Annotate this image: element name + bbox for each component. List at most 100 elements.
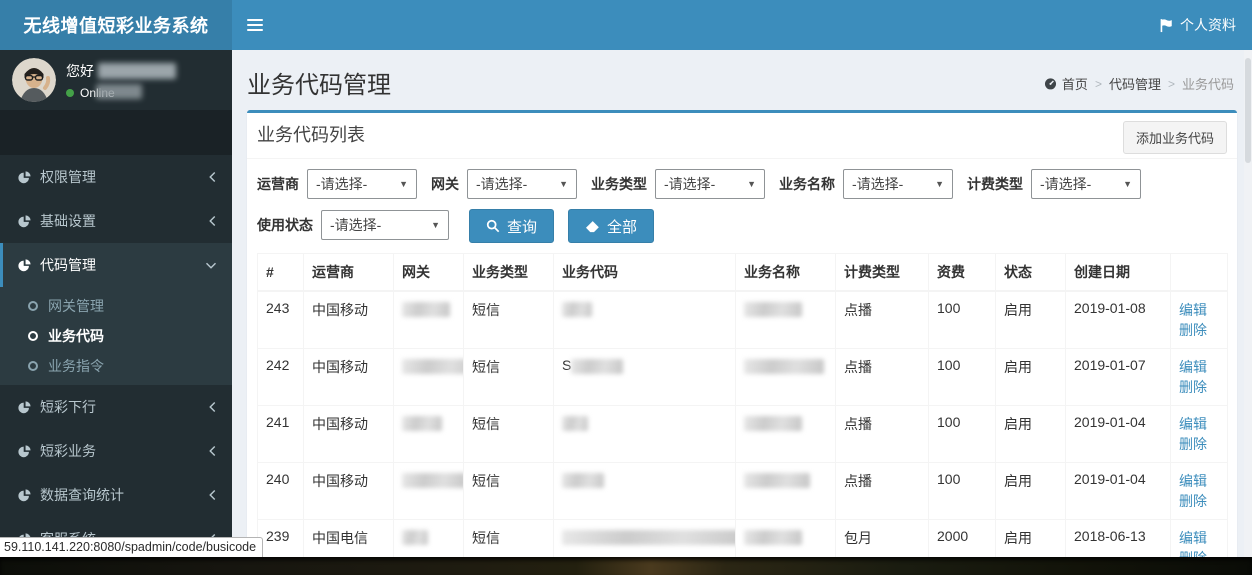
chevron-left-icon bbox=[208, 401, 217, 413]
breadcrumb-home[interactable]: 首页 bbox=[1044, 74, 1088, 93]
code-mgmt-submenu: 网关管理 业务代码 业务指令 bbox=[0, 287, 232, 385]
operator-select[interactable]: -请选择- ▼ bbox=[307, 169, 417, 199]
content-header: 业务代码管理 首页 > 代码管理 > 业务代码 bbox=[232, 50, 1252, 110]
sidebar: 您好 Online 权限管理 基础设置 bbox=[0, 50, 232, 575]
app-window: 无线增值短彩业务系统 个人资料 您好 权限管理 基础设置 代码管理 网关管理 业… bbox=[0, 0, 1252, 575]
filter-business-type: 业务类型 -请选择- ▼ bbox=[591, 169, 765, 199]
table-row: 240 中国移动 短信 点播 100 启用 2019-01-04 编辑 删除 bbox=[257, 462, 1228, 520]
search-icon bbox=[486, 219, 500, 233]
business-name-select[interactable]: -请选择- ▼ bbox=[843, 169, 953, 199]
cell-fee: 100 bbox=[928, 348, 996, 406]
col-header: 资费 bbox=[928, 253, 996, 292]
chevron-left-icon bbox=[208, 489, 217, 501]
search-button[interactable]: 查询 bbox=[469, 209, 555, 243]
filter-operator: 运营商 -请选择- ▼ bbox=[257, 169, 417, 199]
delete-link[interactable]: 删除 bbox=[1179, 493, 1207, 509]
pie-chart-icon bbox=[18, 170, 40, 184]
gateway-select[interactable]: -请选择- ▼ bbox=[467, 169, 577, 199]
cell-id: 242 bbox=[257, 348, 304, 406]
edit-link[interactable]: 编辑 bbox=[1179, 473, 1207, 489]
filter-business-name: 业务名称 -请选择- ▼ bbox=[779, 169, 953, 199]
cell-id: 240 bbox=[257, 462, 304, 520]
user-info: 您好 Online bbox=[66, 61, 176, 100]
redacted-value bbox=[571, 359, 624, 374]
app-logo[interactable]: 无线增值短彩业务系统 bbox=[0, 0, 232, 50]
redacted-value bbox=[744, 359, 824, 374]
pie-chart-icon bbox=[18, 258, 40, 272]
box-body: 运营商 -请选择- ▼ 网关 -请选择- ▼ 业务类型 -请选择- ▼ 业务名称 -请… bbox=[247, 159, 1237, 575]
cell-operator: 中国移动 bbox=[303, 405, 394, 463]
redacted-value bbox=[562, 302, 592, 317]
cell-name bbox=[735, 348, 836, 406]
desktop-background-strip bbox=[0, 557, 1252, 575]
caret-down-icon: ▼ bbox=[1123, 179, 1132, 189]
filter-row-1: 运营商 -请选择- ▼ 网关 -请选择- ▼ 业务类型 -请选择- ▼ 业务名称 -请… bbox=[257, 169, 1227, 201]
chevron-left-icon bbox=[208, 171, 217, 183]
edit-link[interactable]: 编辑 bbox=[1179, 302, 1207, 318]
pie-chart-icon bbox=[18, 444, 40, 458]
delete-link[interactable]: 删除 bbox=[1179, 322, 1207, 338]
box-header: 业务代码列表 添加业务代码 bbox=[247, 113, 1237, 159]
edit-link[interactable]: 编辑 bbox=[1179, 416, 1207, 432]
scrollbar-thumb[interactable] bbox=[1245, 58, 1251, 163]
col-header: 业务类型 bbox=[463, 253, 554, 292]
table-row: 242 中国移动 短信 S 点播 100 启用 2019-01-07 编辑 删除 bbox=[257, 348, 1228, 406]
navbar-main: 个人资料 bbox=[232, 0, 1252, 50]
profile-label: 个人资料 bbox=[1180, 17, 1236, 33]
profile-menu[interactable]: 个人资料 bbox=[1143, 0, 1252, 50]
col-header bbox=[1170, 253, 1228, 292]
user-panel: 您好 Online bbox=[0, 50, 232, 110]
delete-link[interactable]: 删除 bbox=[1179, 379, 1207, 395]
scrollbar[interactable] bbox=[1244, 50, 1252, 557]
sidebar-item-permission-mgmt: 权限管理 bbox=[0, 155, 232, 199]
edit-link[interactable]: 编辑 bbox=[1179, 359, 1207, 375]
cell-actions: 编辑 删除 bbox=[1170, 290, 1228, 349]
cell-gateway bbox=[393, 462, 464, 520]
user-status: Online bbox=[66, 83, 176, 100]
redacted-value bbox=[562, 473, 604, 488]
cell-code bbox=[553, 290, 736, 349]
breadcrumb: 首页 > 代码管理 > 业务代码 bbox=[1044, 74, 1234, 93]
all-button[interactable]: 全部 bbox=[568, 209, 655, 243]
cell-operator: 中国移动 bbox=[303, 462, 394, 520]
business-type-select[interactable]: -请选择- ▼ bbox=[655, 169, 765, 199]
table-row: 243 中国移动 短信 点播 100 启用 2019-01-08 编辑 删除 bbox=[257, 290, 1228, 349]
add-business-code-button[interactable]: 添加业务代码 bbox=[1122, 121, 1227, 154]
edit-link[interactable]: 编辑 bbox=[1179, 530, 1207, 546]
col-header: # bbox=[257, 253, 304, 292]
usage-status-select[interactable]: -请选择- ▼ bbox=[321, 210, 449, 240]
cell-code bbox=[553, 462, 736, 520]
col-header: 状态 bbox=[995, 253, 1066, 292]
redacted-value bbox=[402, 302, 450, 317]
avatar bbox=[12, 58, 56, 102]
filter-row-2: 使用状态 -请选择- ▼ 查询 全部 bbox=[257, 209, 1227, 243]
breadcrumb-code-mgmt[interactable]: 代码管理 bbox=[1109, 74, 1161, 93]
cell-actions: 编辑 删除 bbox=[1170, 405, 1228, 463]
cell-billing: 点播 bbox=[835, 290, 929, 349]
sidebar-menu: 权限管理 基础设置 代码管理 网关管理 业务代码 业务指令 短彩下行 短彩业务 … bbox=[0, 155, 232, 561]
col-header: 运营商 bbox=[303, 253, 394, 292]
delete-link[interactable]: 删除 bbox=[1179, 436, 1207, 452]
billing-type-select[interactable]: -请选择- ▼ bbox=[1031, 169, 1141, 199]
sidebar-item-sms-downlink: 短彩下行 bbox=[0, 385, 232, 429]
caret-down-icon: ▼ bbox=[935, 179, 944, 189]
redacted-value bbox=[744, 302, 802, 317]
redacted-value bbox=[402, 416, 442, 431]
sidebar-subitem-business-command: 业务指令 bbox=[0, 351, 232, 381]
cell-gateway bbox=[393, 405, 464, 463]
cell-status: 启用 bbox=[995, 462, 1066, 520]
caret-down-icon: ▼ bbox=[399, 179, 408, 189]
filter-billing-type: 计费类型 -请选择- ▼ bbox=[967, 169, 1141, 199]
menu-toggle-button[interactable] bbox=[232, 0, 278, 50]
sidebar-divider bbox=[0, 110, 232, 155]
eraser-icon bbox=[585, 220, 600, 233]
sidebar-subitem-gateway-mgmt: 网关管理 bbox=[0, 291, 232, 321]
cell-actions: 编辑 删除 bbox=[1170, 462, 1228, 520]
redacted-value bbox=[402, 530, 428, 545]
main-content: 业务代码管理 首页 > 代码管理 > 业务代码 业务代码列表 添加业务代码 运营… bbox=[232, 50, 1252, 575]
redacted-value bbox=[402, 359, 463, 374]
cell-actions: 编辑 删除 bbox=[1170, 348, 1228, 406]
redacted-value bbox=[562, 416, 588, 431]
col-header: 计费类型 bbox=[835, 253, 929, 292]
redacted-value bbox=[562, 530, 735, 545]
